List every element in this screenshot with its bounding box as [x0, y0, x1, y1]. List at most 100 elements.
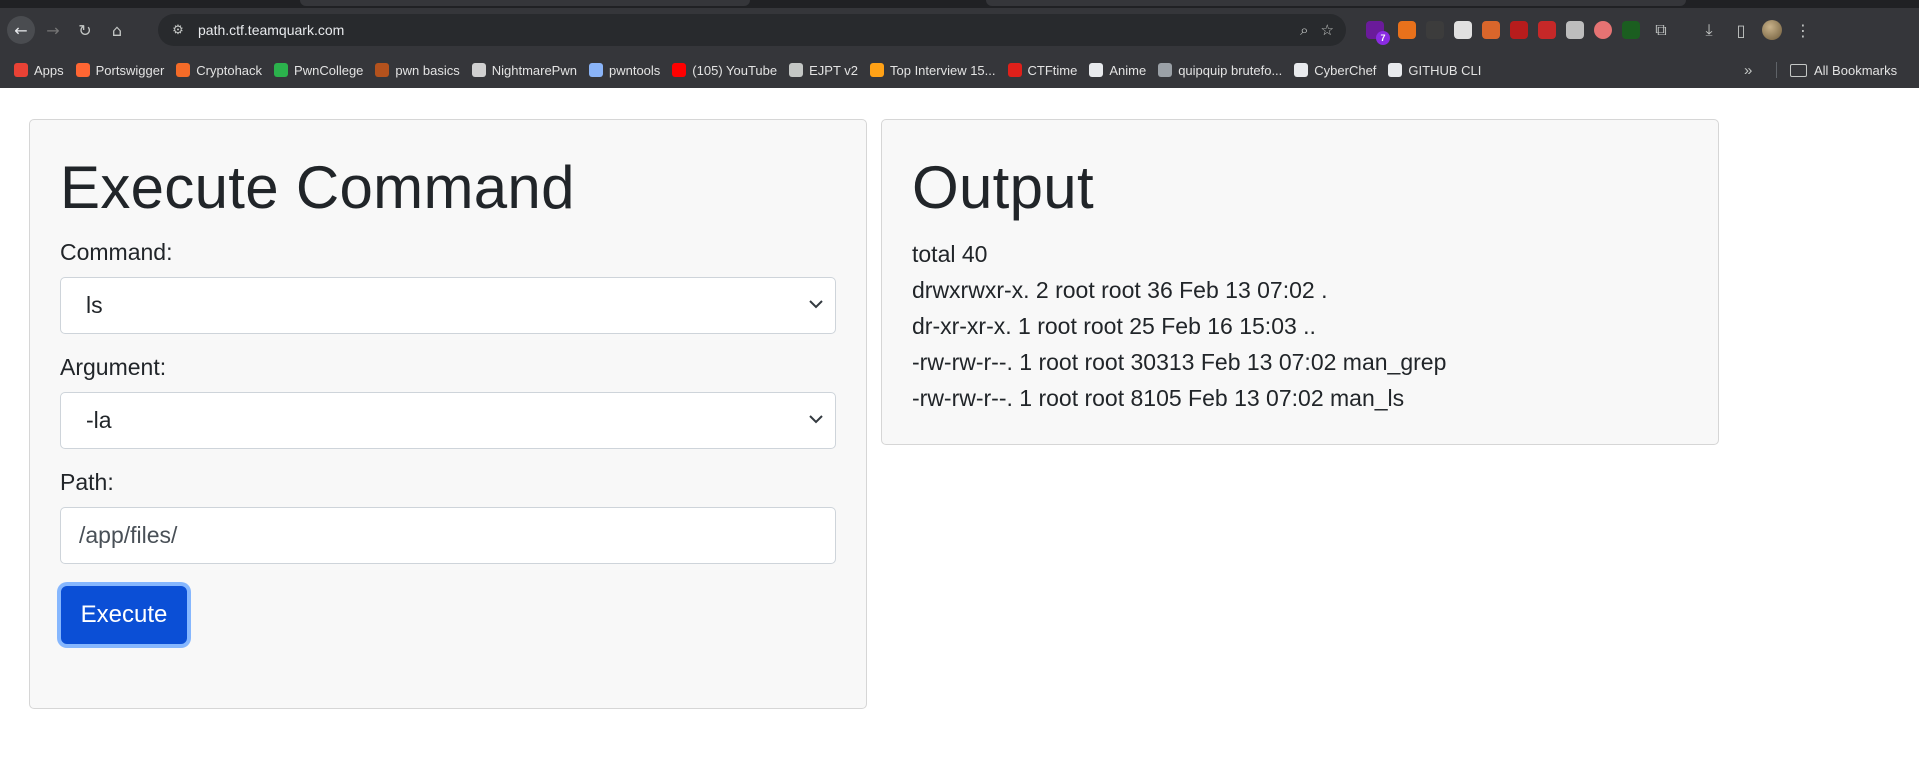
command-card: Execute Command Command: ls Argument: -l…	[29, 119, 867, 709]
chevron-right-icon[interactable]: »	[1744, 52, 1752, 88]
bookmarks-bar: Apps Portswigger Cryptohack PwnCollege pwn b…	[0, 52, 1919, 88]
path-input[interactable]: /app/files/	[60, 507, 836, 564]
extension-icon[interactable]	[1622, 21, 1640, 39]
extension-icon[interactable]: 7	[1366, 21, 1390, 45]
extension-icon[interactable]	[1594, 21, 1612, 39]
bookmark-item[interactable]: PwnCollege	[268, 57, 369, 83]
url-text[interactable]: path.ctf.teamquark.com	[198, 22, 344, 38]
puzzle-extensions-icon[interactable]: ⧉	[1650, 20, 1672, 40]
bookmark-favicon-icon	[672, 63, 687, 77]
execute-button[interactable]: Execute	[61, 586, 187, 644]
bookmark-star-icon[interactable]: ☆	[1321, 21, 1334, 39]
ublock-extension-icon[interactable]	[1510, 21, 1528, 39]
tab-strip	[0, 0, 1919, 8]
forward-arrow-icon[interactable]: →	[39, 16, 67, 44]
extension-icon[interactable]	[1538, 21, 1556, 39]
bookmark-item[interactable]: pwn basics	[369, 57, 465, 83]
address-bar[interactable]: ⚙ path.ctf.teamquark.com ⌕ ☆	[158, 14, 1346, 46]
bookmark-favicon-icon	[471, 63, 486, 77]
bookmark-label: Cryptohack	[196, 62, 263, 78]
command-select[interactable]: ls	[60, 277, 836, 334]
command-label: Command:	[60, 239, 173, 265]
bookmark-label: NightmarePwn	[491, 62, 577, 78]
output-line: -rw-rw-r--. 1 root root 30313 Feb 13 07:…	[912, 349, 1447, 375]
path-value: /app/files/	[79, 522, 178, 548]
bookmark-label: Anime	[1109, 62, 1147, 78]
bookmark-favicon-icon	[375, 63, 390, 77]
bookmark-label: Portswigger	[95, 62, 165, 78]
all-bookmarks-label: All Bookmarks	[1814, 62, 1898, 78]
browser-chrome: ← → ↻ ⌂ ⚙ path.ctf.teamquark.com ⌕ ☆ 7 ⧉…	[0, 0, 1919, 88]
bookmark-label: pwn basics	[395, 62, 460, 78]
profile-avatar[interactable]	[1762, 20, 1782, 40]
output-lines: total 40 drwxrwxr-x. 2 root root 36 Feb …	[912, 236, 1688, 416]
bookmarks-list: Apps Portswigger Cryptohack PwnCollege pwn b…	[8, 57, 1487, 83]
output-title: Output	[912, 154, 1094, 221]
bookmark-item[interactable]: Cryptohack	[170, 57, 268, 83]
bookmark-favicon-icon	[789, 63, 804, 77]
fox-extension-icon[interactable]	[1398, 21, 1416, 39]
bookmark-item[interactable]: pwntools	[583, 57, 666, 83]
bookmark-item[interactable]: (105) YouTube	[666, 57, 783, 83]
bookmark-label: CTFtime	[1027, 62, 1078, 78]
bookmark-favicon-icon	[1089, 63, 1104, 77]
page-title: Execute Command	[60, 154, 575, 221]
bookmark-label: EJPT v2	[809, 62, 858, 78]
extension-icon[interactable]	[1566, 21, 1584, 39]
side-panel-icon[interactable]: ▯	[1730, 21, 1752, 40]
home-icon[interactable]: ⌂	[103, 16, 131, 44]
bookmark-label: PwnCollege	[294, 62, 364, 78]
bookmark-item[interactable]: GITHUB CLI	[1382, 57, 1487, 83]
zoom-icon[interactable]: ⌕	[1300, 21, 1308, 39]
site-info-icon[interactable]: ⚙	[168, 20, 188, 40]
bookmark-item[interactable]: NightmarePwn	[466, 57, 583, 83]
bookmark-item[interactable]: CyberChef	[1288, 57, 1382, 83]
bookmark-label: (105) YouTube	[692, 62, 778, 78]
argument-select[interactable]: -la	[60, 392, 836, 449]
output-line: total 40	[912, 241, 988, 267]
bookmark-label: GITHUB CLI	[1408, 62, 1482, 78]
tab-background[interactable]	[986, 0, 1686, 6]
path-label: Path:	[60, 469, 114, 495]
bookmark-favicon-icon	[1158, 63, 1173, 77]
bookmark-favicon-icon	[176, 63, 191, 77]
output-card: Output total 40 drwxrwxr-x. 2 root root …	[881, 119, 1719, 445]
bookmark-favicon-icon	[1007, 63, 1022, 77]
bookmark-item[interactable]: EJPT v2	[783, 57, 864, 83]
bookmark-favicon-icon	[274, 63, 289, 77]
bookmark-favicon-icon	[1294, 63, 1309, 77]
cookie-extension-icon[interactable]	[1482, 21, 1500, 39]
browser-toolbar: ← → ↻ ⌂ ⚙ path.ctf.teamquark.com ⌕ ☆ 7 ⧉…	[0, 8, 1919, 52]
bookmark-item[interactable]: Anime	[1083, 57, 1152, 83]
extensions-area: 7 ⧉ ⤓ ▯ ⋮	[1366, 8, 1814, 52]
hat-extension-icon[interactable]	[1426, 21, 1444, 39]
reload-icon[interactable]: ↻	[71, 16, 99, 44]
divider	[1776, 62, 1777, 78]
command-value: ls	[86, 292, 103, 318]
argument-value: -la	[86, 407, 112, 433]
bookmark-item[interactable]: Top Interview 15...	[864, 57, 1002, 83]
menu-dots-icon[interactable]: ⋮	[1792, 21, 1814, 40]
back-arrow-icon[interactable]: ←	[7, 16, 35, 44]
bookmark-item[interactable]: CTFtime	[1002, 57, 1084, 83]
bookmark-favicon-icon	[870, 63, 884, 77]
download-icon[interactable]: ⤓	[1698, 20, 1720, 40]
bookmark-label: CyberChef	[1314, 62, 1377, 78]
extension-icon[interactable]	[1454, 21, 1472, 39]
bookmark-item[interactable]: Portswigger	[70, 57, 171, 83]
all-bookmarks-button[interactable]: All Bookmarks	[1790, 52, 1897, 88]
extension-badge: 7	[1376, 31, 1390, 45]
bookmark-label: Apps	[34, 62, 64, 78]
bookmark-favicon-icon	[588, 63, 603, 77]
tab-background[interactable]	[300, 0, 750, 6]
bookmark-item[interactable]: quipquip brutefo...	[1152, 57, 1288, 83]
chevron-down-icon	[809, 415, 823, 424]
folder-icon	[1790, 63, 1807, 77]
bookmark-favicon-icon	[1388, 63, 1403, 77]
output-line: dr-xr-xr-x. 1 root root 25 Feb 16 15:03 …	[912, 313, 1316, 339]
bookmark-favicon-icon	[14, 63, 28, 77]
bookmark-label: Top Interview 15...	[890, 62, 996, 78]
bookmark-favicon-icon	[75, 63, 90, 77]
bookmark-item[interactable]: Apps	[8, 57, 70, 83]
chevron-down-icon	[809, 300, 823, 309]
